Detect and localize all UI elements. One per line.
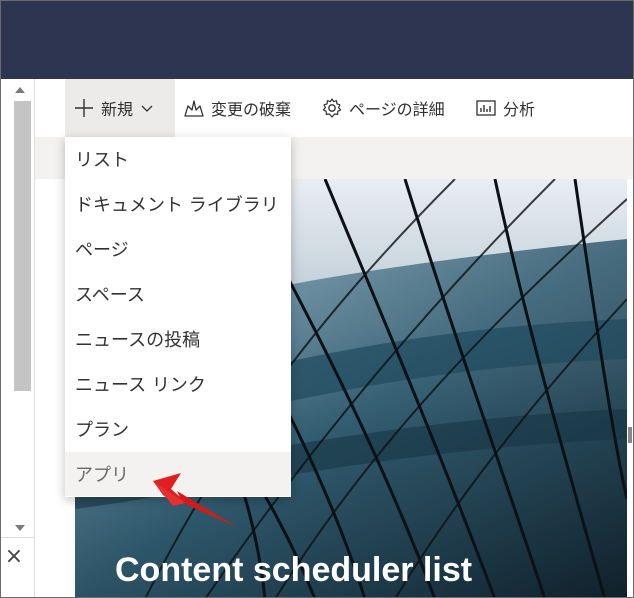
arrow-annotation-icon bbox=[153, 473, 237, 527]
menu-item-document-library[interactable]: ドキュメント ライブラリ bbox=[65, 182, 291, 226]
suite-header bbox=[1, 1, 633, 79]
scroll-up-icon[interactable] bbox=[15, 87, 25, 93]
scroll-down-icon[interactable] bbox=[15, 525, 25, 531]
discard-changes-label: 変更の破棄 bbox=[211, 100, 292, 119]
menu-item-news-link[interactable]: ニュース リンク bbox=[65, 362, 291, 406]
left-rail: × bbox=[1, 79, 35, 597]
close-icon[interactable]: × bbox=[4, 546, 24, 568]
command-bar: 新規 変更の破棄 ページの詳細 分析 bbox=[35, 79, 633, 137]
plus-icon bbox=[75, 99, 93, 117]
menu-item-page[interactable]: ページ bbox=[65, 227, 291, 271]
chevron-down-icon bbox=[141, 105, 153, 112]
gear-icon bbox=[322, 98, 342, 118]
menu-item-space[interactable]: スペース bbox=[65, 272, 291, 316]
menu-item-plan[interactable]: プラン bbox=[65, 407, 291, 451]
hero-title: Content scheduler list bbox=[115, 551, 473, 589]
menu-item-news-post[interactable]: ニュースの投稿 bbox=[65, 317, 291, 361]
new-dropdown-menu: リスト ドキュメント ライブラリ ページ スペース ニュースの投稿 ニュース リ… bbox=[65, 137, 291, 497]
scrollbar-thumb[interactable] bbox=[14, 101, 31, 391]
page-details-label: ページの詳細 bbox=[349, 100, 445, 119]
analytics-button[interactable]: 分析 bbox=[475, 79, 535, 137]
menu-item-list[interactable]: リスト bbox=[65, 137, 291, 181]
page-details-button[interactable]: ページの詳細 bbox=[321, 79, 445, 137]
window-frame: × 新規 変更の破棄 ページの詳細 分析 Content scheduler l… bbox=[0, 0, 634, 598]
rail-divider bbox=[1, 537, 35, 538]
discard-icon bbox=[184, 100, 204, 117]
discard-changes-button[interactable]: 変更の破棄 bbox=[183, 79, 291, 137]
analytics-icon bbox=[476, 100, 496, 116]
new-button-label: 新規 bbox=[101, 100, 134, 119]
new-button[interactable]: 新規 bbox=[65, 79, 175, 137]
analytics-label: 分析 bbox=[503, 100, 536, 119]
right-scroll-marker bbox=[628, 427, 632, 443]
right-rail bbox=[627, 179, 633, 597]
